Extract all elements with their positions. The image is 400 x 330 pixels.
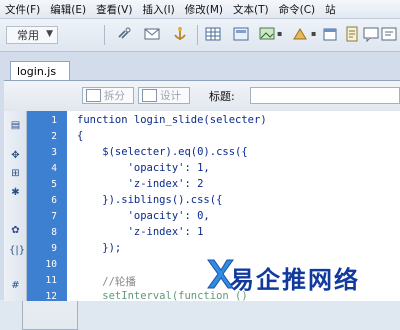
open-documents-icon[interactable]: ▤ <box>9 119 22 132</box>
file-tab[interactable]: login.js <box>10 61 70 80</box>
code-line: 'z-index': 2 <box>77 178 204 190</box>
image-dropdown-chevron-icon[interactable]: ▪ <box>277 29 282 38</box>
collapse-selection-icon[interactable]: ⊞ <box>9 167 22 180</box>
hyperlink-icon[interactable] <box>115 25 133 43</box>
menu-edit[interactable]: 编辑(E) <box>45 2 91 17</box>
email-link-icon[interactable] <box>143 25 161 43</box>
code-line: $(selecter).eq(0).css({ <box>77 146 248 158</box>
code-line: }); <box>77 242 122 254</box>
menu-modify[interactable]: 修改(M) <box>180 2 228 17</box>
split-view-icon <box>86 89 101 102</box>
menu-commands[interactable]: 命令(C) <box>274 2 321 17</box>
code-line: 'opacity': 1, <box>77 162 210 174</box>
design-view-label: 设计 <box>160 90 181 102</box>
split-view-label: 拆分 <box>104 90 125 102</box>
code-line: 'z-index': 1 <box>77 226 204 238</box>
coding-toolbar: ▤ ✥ ⊞ ✱ ✿ {|} # <box>4 111 27 301</box>
split-view-button[interactable]: 拆分 <box>82 87 134 104</box>
title-input[interactable] <box>250 87 400 104</box>
line-number: 8 <box>51 227 57 238</box>
chevron-down-icon: ▼ <box>46 29 53 39</box>
watermark-text: 易企推网络 <box>230 265 360 294</box>
menu-text[interactable]: 文本(T) <box>228 2 274 17</box>
line-number: 10 <box>45 259 57 270</box>
line-number: 5 <box>51 179 57 190</box>
insert-toolbar: 常用 ▼ ▪ ▪ <box>0 19 400 52</box>
line-number: 9 <box>51 243 57 254</box>
code-line: 'opacity': 0, <box>77 210 210 222</box>
media-icon[interactable] <box>291 25 309 43</box>
line-number: 2 <box>51 131 57 142</box>
design-view-button[interactable]: 设计 <box>138 87 190 104</box>
category-dropdown[interactable]: 常用 ▼ <box>6 26 58 44</box>
category-dropdown-label: 常用 <box>17 29 39 42</box>
line-number: 7 <box>51 211 57 222</box>
line-number: 4 <box>51 163 57 174</box>
layout-div-icon[interactable] <box>232 25 250 43</box>
balance-braces-icon[interactable]: {|} <box>9 244 25 257</box>
date-icon[interactable] <box>321 25 339 43</box>
collapse-full-tag-icon[interactable]: ✥ <box>9 149 22 162</box>
toolbar-separator <box>104 25 105 45</box>
code-comment-line: //轮播 <box>77 276 136 288</box>
head-tags-icon[interactable] <box>380 25 398 43</box>
menu-site[interactable]: 站 <box>320 2 341 17</box>
comment-icon[interactable] <box>362 25 380 43</box>
menu-file[interactable]: 文件(F) <box>0 2 45 17</box>
toolbar-separator <box>197 25 198 45</box>
image-icon[interactable] <box>258 25 276 43</box>
menu-view[interactable]: 查看(V) <box>91 2 137 17</box>
menu-insert[interactable]: 插入(I) <box>137 2 179 17</box>
named-anchor-icon[interactable] <box>171 25 189 43</box>
design-view-icon <box>142 89 157 102</box>
line-number: 11 <box>45 275 57 286</box>
media-dropdown-chevron-icon[interactable]: ▪ <box>311 29 316 38</box>
menu-bar: 文件(F) 编辑(E) 查看(V) 插入(I) 修改(M) 文本(T) 命令(C… <box>0 0 400 19</box>
watermark: 易企推网络 <box>206 252 398 296</box>
line-number: 6 <box>51 195 57 206</box>
code-line: function login_slide(selecter) <box>77 114 267 126</box>
server-include-icon[interactable] <box>343 25 361 43</box>
title-label: 标题: <box>209 90 235 103</box>
line-number: 3 <box>51 147 57 158</box>
line-number: 1 <box>51 115 57 126</box>
line-numbers-icon[interactable]: # <box>9 279 22 292</box>
line-number: 12 <box>45 291 57 302</box>
line-number-gutter: 1 2 3 4 5 6 7 8 9 10 11 12 <box>27 111 67 302</box>
document-toolbar: <> 代码 拆分 设计 标题: <box>4 80 400 330</box>
table-icon[interactable] <box>204 25 222 43</box>
expand-all-icon[interactable]: ✱ <box>9 186 22 199</box>
select-parent-tag-icon[interactable]: ✿ <box>9 224 22 237</box>
code-line: }).siblings().css({ <box>77 194 223 206</box>
code-line: { <box>77 130 84 142</box>
